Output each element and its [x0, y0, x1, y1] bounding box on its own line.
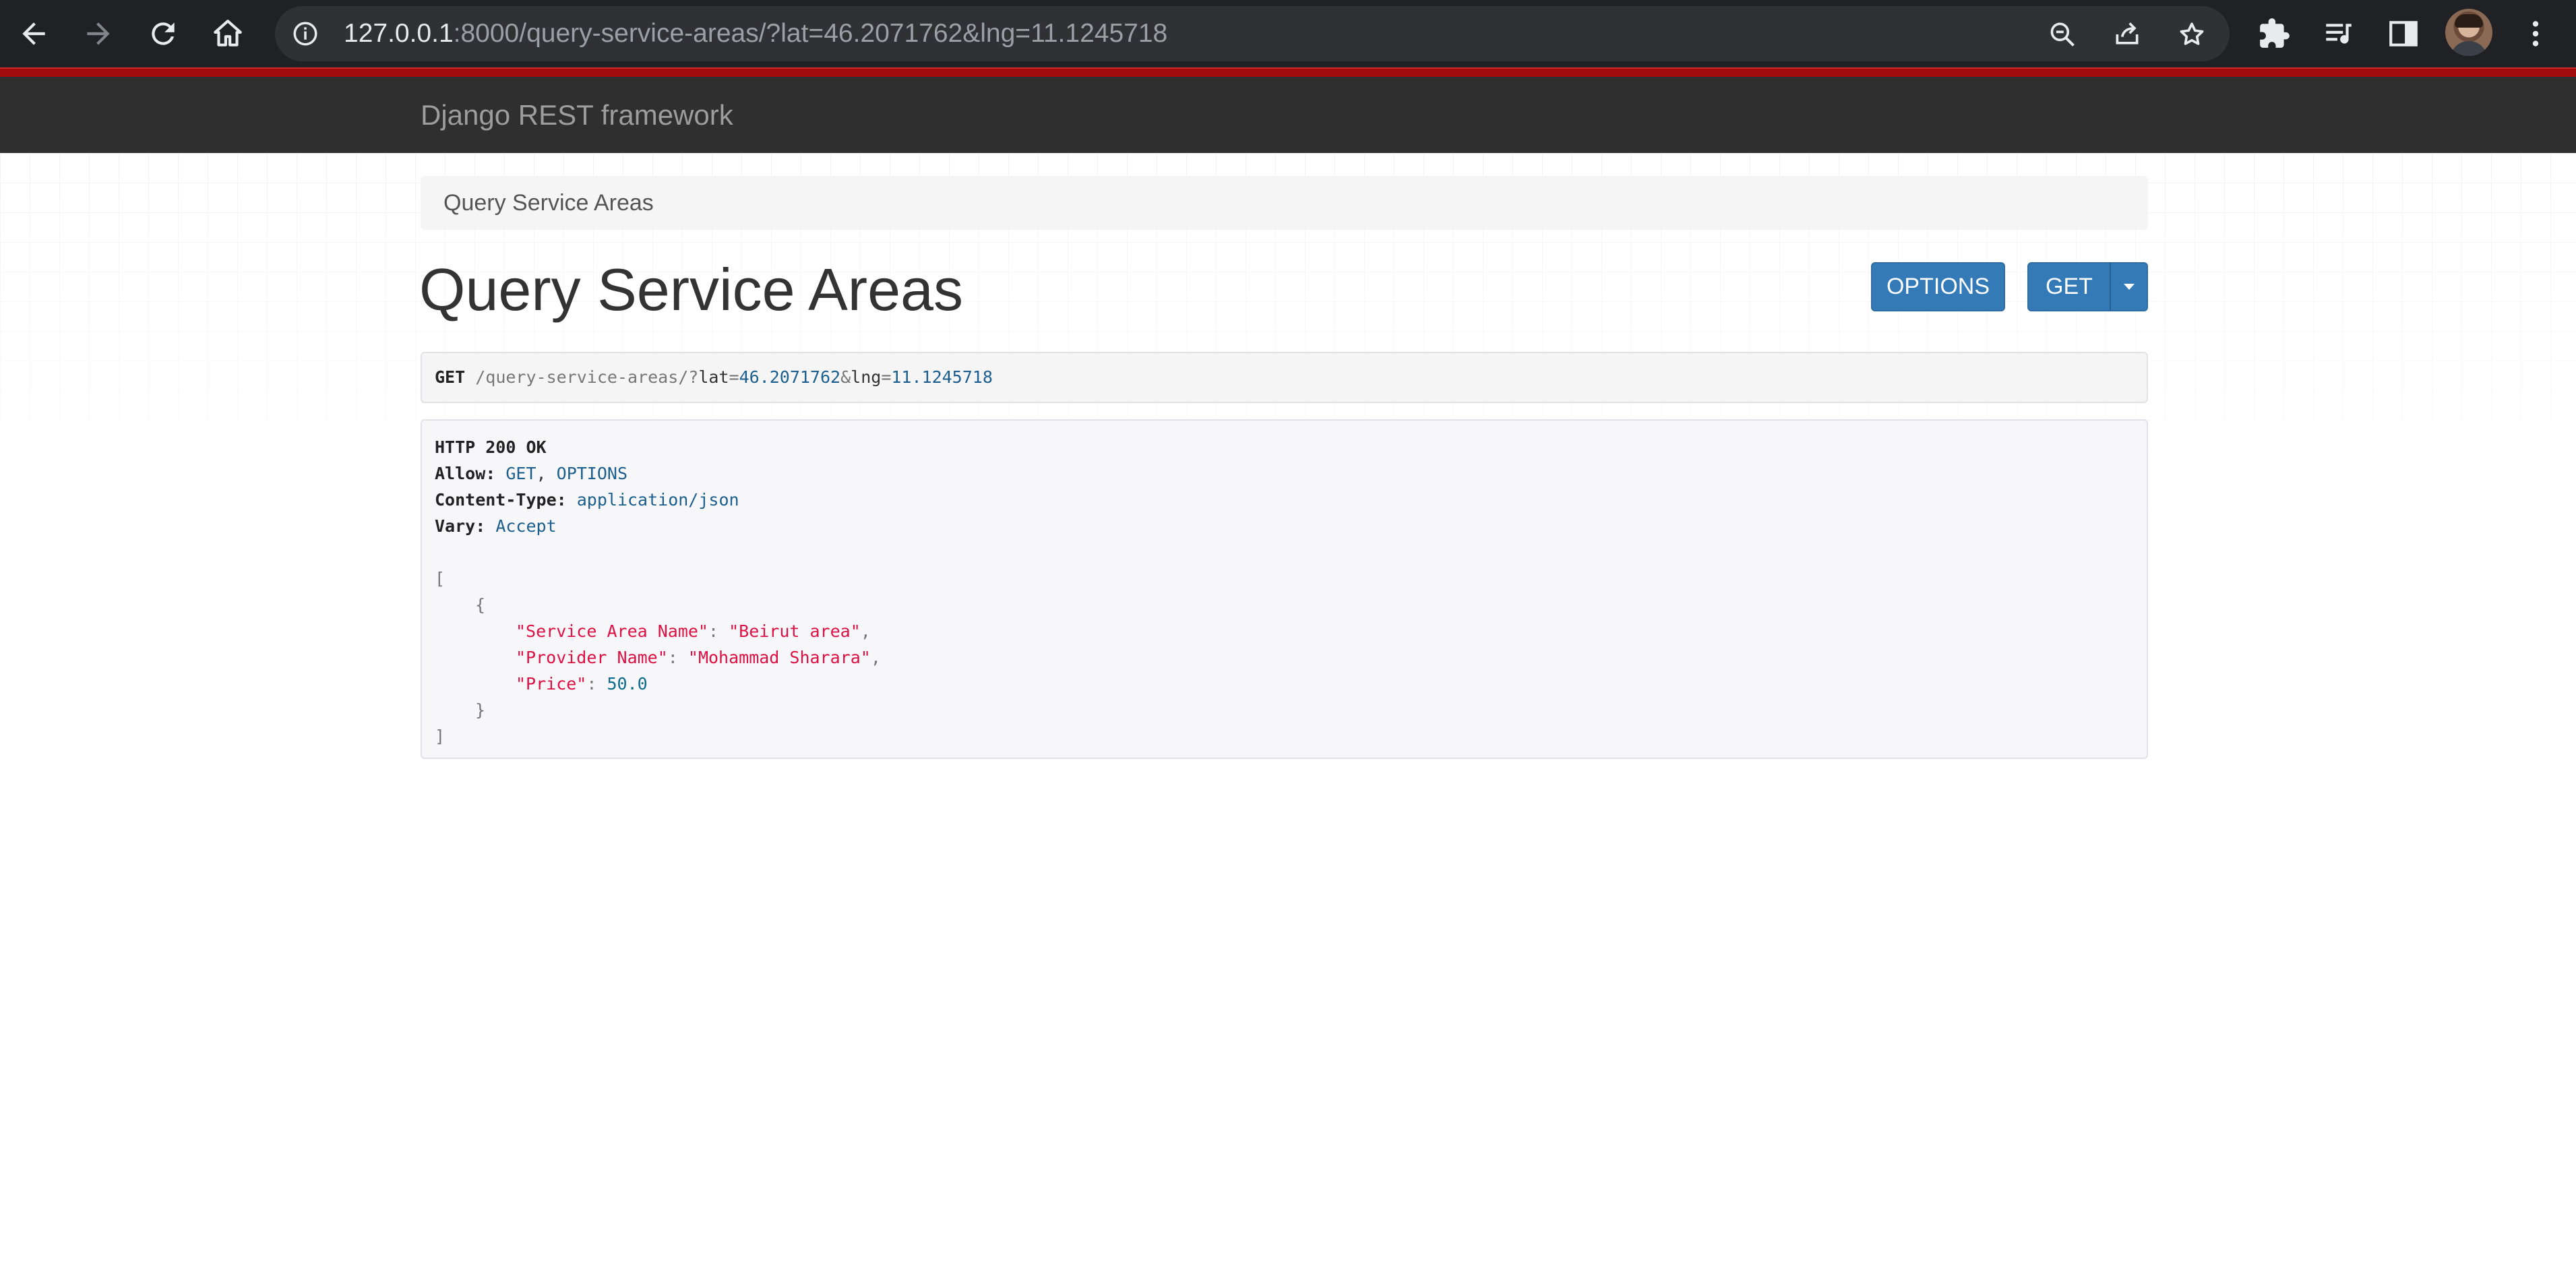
header-value: OPTIONS — [556, 464, 627, 483]
json-close-brace: } — [475, 700, 486, 720]
breadcrumb-item-current[interactable]: Query Service Areas — [443, 176, 654, 230]
header-value: GET — [505, 464, 536, 483]
json-key: "Service Area Name" — [516, 621, 708, 641]
url-path: :8000/query-service-areas/?lat=46.207176… — [453, 19, 1168, 48]
header-name: Allow: — [435, 464, 496, 483]
json-open-bracket: [ — [435, 569, 446, 588]
options-button[interactable]: OPTIONS — [1871, 262, 2005, 311]
json-open-brace: { — [475, 595, 486, 615]
url-text[interactable]: 127.0.0.1:8000/query-service-areas/?lat=… — [344, 6, 1167, 61]
reload-icon[interactable] — [144, 15, 182, 53]
forward-icon[interactable] — [80, 15, 117, 53]
request-lng-key: lng — [851, 367, 882, 387]
request-amp: & — [840, 367, 851, 387]
header-name: Vary: — [435, 516, 486, 536]
request-eq: = — [881, 367, 892, 387]
drf-accent-bar — [0, 67, 2576, 77]
json-colon: : — [586, 674, 607, 694]
json-value: 50.0 — [607, 674, 648, 694]
share-icon[interactable] — [2112, 20, 2142, 49]
request-path: /query-service-areas/ — [475, 367, 689, 387]
breadcrumb: Query Service Areas — [421, 176, 2148, 230]
json-comma: , — [870, 648, 881, 667]
request-lat-value: 46.2071762 — [739, 367, 841, 387]
request-info: GET /query-service-areas/?lat=46.2071762… — [421, 352, 2148, 403]
response-status: HTTP 200 OK — [435, 437, 547, 457]
json-colon: : — [667, 648, 688, 667]
menu-icon[interactable] — [2517, 15, 2554, 53]
json-field: "Price": 50.0 — [435, 671, 881, 697]
header-name: Content-Type: — [435, 490, 567, 510]
response-header-content-type: Content-Type: application/json — [435, 487, 881, 513]
header-separator: , — [536, 464, 557, 483]
info-icon[interactable] — [291, 20, 319, 48]
get-button[interactable]: GET — [2027, 262, 2111, 311]
request-line: GET /query-service-areas/?lat=46.2071762… — [435, 353, 993, 402]
request-lat-key: lat — [698, 367, 729, 387]
back-icon[interactable] — [15, 15, 53, 53]
response-info: HTTP 200 OK Allow: GET, OPTIONS Content-… — [421, 419, 2148, 759]
header-value: Accept — [495, 516, 557, 536]
json-value: "Beirut area" — [729, 621, 861, 641]
url-host: 127.0.0.1 — [344, 19, 454, 48]
request-query-mark: ? — [688, 367, 699, 387]
json-key: "Provider Name" — [516, 648, 668, 667]
json-close-bracket: ] — [435, 727, 446, 746]
avatar[interactable] — [2445, 9, 2492, 56]
reading-list-icon[interactable] — [2320, 15, 2358, 53]
avatar-hair — [2455, 14, 2483, 28]
star-icon[interactable] — [2177, 20, 2207, 49]
request-eq: = — [729, 367, 739, 387]
json-colon: : — [708, 621, 729, 641]
response-header-vary: Vary: Accept — [435, 513, 881, 539]
home-icon[interactable] — [209, 15, 247, 53]
json-field: "Service Area Name": "Beirut area", — [435, 618, 881, 644]
response-header-allow: Allow: GET, OPTIONS — [435, 460, 881, 487]
page-title: Query Service Areas — [419, 256, 963, 323]
request-method: GET — [435, 367, 466, 387]
get-format-dropdown-button[interactable] — [2110, 262, 2148, 311]
json-key: "Price" — [516, 674, 587, 694]
request-lng-value: 11.1245718 — [891, 367, 993, 387]
json-field: "Provider Name": "Mohammad Sharara", — [435, 644, 881, 671]
json-comma: , — [860, 621, 871, 641]
caret-down-icon — [2123, 284, 2135, 290]
json-value: "Mohammad Sharara" — [687, 648, 871, 667]
header-value: application/json — [576, 490, 739, 510]
browser-toolbar: 127.0.0.1:8000/query-service-areas/?lat=… — [0, 0, 2576, 67]
zoom-out-icon[interactable] — [2048, 20, 2077, 49]
address-bar[interactable]: 127.0.0.1:8000/query-service-areas/?lat=… — [275, 6, 2230, 61]
extensions-icon[interactable] — [2255, 15, 2293, 53]
navbar-brand[interactable]: Django REST framework — [421, 77, 733, 153]
avatar-body — [2451, 41, 2487, 56]
drf-navbar: Django REST framework — [0, 77, 2576, 153]
side-panel-icon[interactable] — [2385, 15, 2422, 53]
